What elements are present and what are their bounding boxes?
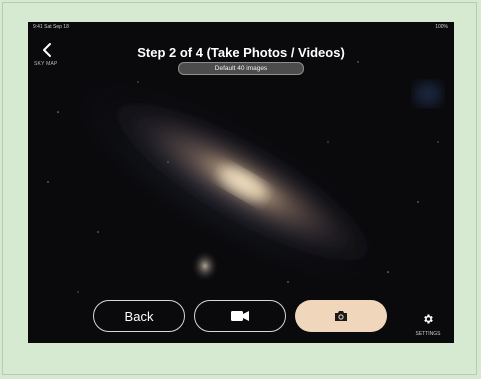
video-mode-button[interactable] xyxy=(194,300,286,332)
camera-icon xyxy=(335,311,347,321)
gear-icon xyxy=(424,314,433,324)
settings-button[interactable]: SETTINGS xyxy=(415,312,441,337)
page-title: Step 2 of 4 (Take Photos / Videos) xyxy=(137,45,345,60)
tablet-screen: 9:41 Sat Sep 18 100% SKY MAP Step 2 of 4… xyxy=(28,22,454,343)
back-button-label: Back xyxy=(124,308,154,324)
video-camera-icon xyxy=(231,311,249,321)
photo-mode-button[interactable] xyxy=(295,300,387,332)
status-battery: 100% xyxy=(435,24,448,30)
status-time: 9:41 Sat Sep 18 xyxy=(33,24,69,30)
back-nav-caption: SKY MAP xyxy=(34,61,58,67)
settings-label: SETTINGS xyxy=(415,331,441,337)
subtitle-badge: Default 40 images xyxy=(178,62,304,75)
back-button[interactable]: Back xyxy=(93,300,185,332)
status-bar: 9:41 Sat Sep 18 100% xyxy=(28,24,454,32)
